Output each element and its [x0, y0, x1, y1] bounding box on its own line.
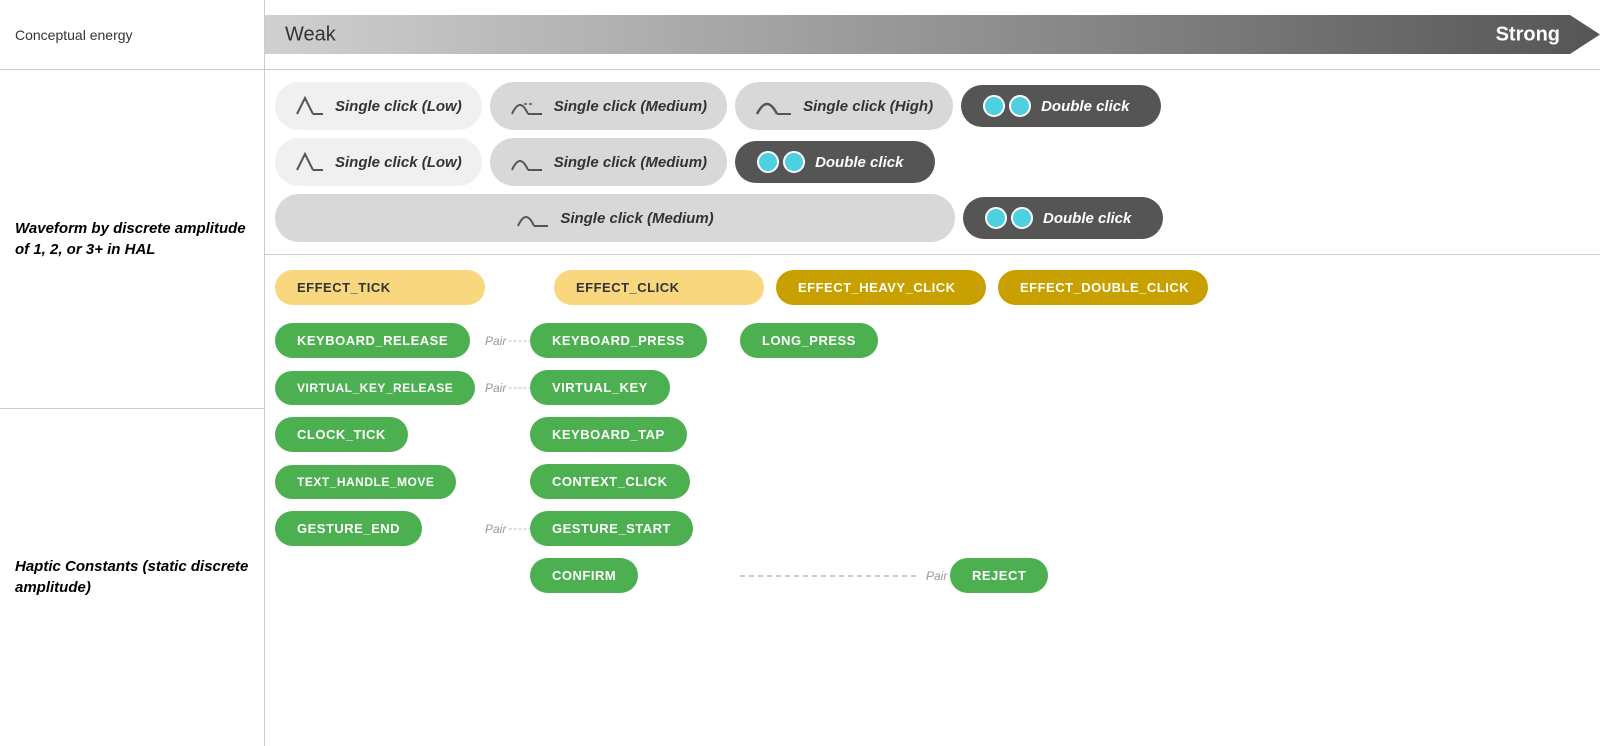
waveform-section: Single click (Low) Single click (Medium): [265, 70, 1600, 255]
right-content: Weak Strong Single click (Low): [265, 0, 1600, 746]
pair-label-virtual-key: Pair: [485, 381, 530, 395]
single-click-low-1[interactable]: Single click (Low): [275, 82, 482, 130]
double-click-icon-1: [983, 95, 1031, 117]
double-click-icon-2: [757, 151, 805, 173]
weak-label: Weak: [285, 23, 336, 46]
single-click-low-2[interactable]: Single click (Low): [275, 138, 482, 186]
single-click-medium-2[interactable]: Single click (Medium): [490, 138, 727, 186]
keyboard-release-btn[interactable]: KEYBOARD_RELEASE: [275, 323, 470, 358]
confirm-btn[interactable]: CONFIRM: [530, 558, 638, 593]
single-click-high-1[interactable]: Single click (High): [735, 82, 953, 130]
haptic-label-text: Haptic Constants (static discrete amplit…: [15, 556, 249, 598]
energy-row: Weak Strong: [265, 0, 1600, 70]
waveform-row-3: Single click (Medium) Double click: [275, 194, 1590, 242]
gesture-start-btn[interactable]: GESTURE_START: [530, 511, 693, 546]
keyboard-tap-btn[interactable]: KEYBOARD_TAP: [530, 417, 687, 452]
haptic-section: EFFECT_TICK EFFECT_CLICK EFFECT_HEAVY_CL…: [265, 255, 1600, 746]
energy-bar: [265, 15, 1600, 54]
haptic-effects-row: EFFECT_TICK EFFECT_CLICK EFFECT_HEAVY_CL…: [275, 270, 1590, 305]
waveform-label: Waveform by discrete amplitude of 1, 2, …: [0, 70, 264, 409]
virtual-key-release-btn[interactable]: VIRTUAL_KEY_RELEASE: [275, 371, 475, 405]
haptic-row-clock: CLOCK_TICK KEYBOARD_TAP: [275, 417, 1590, 452]
clock-tick-btn[interactable]: CLOCK_TICK: [275, 417, 408, 452]
effect-click-btn[interactable]: EFFECT_CLICK: [554, 270, 764, 305]
haptic-row-confirm: CONFIRM Pair REJECT: [275, 558, 1590, 593]
context-click-btn[interactable]: CONTEXT_CLICK: [530, 464, 690, 499]
pair-label-gesture: Pair: [485, 522, 530, 536]
virtual-key-btn[interactable]: VIRTUAL_KEY: [530, 370, 670, 405]
main-container: Conceptual energy Waveform by discrete a…: [0, 0, 1600, 746]
double-click-2[interactable]: Double click: [735, 141, 935, 183]
long-press-btn[interactable]: LONG_PRESS: [740, 323, 878, 358]
double-click-icon-3: [985, 207, 1033, 229]
effect-tick-btn[interactable]: EFFECT_TICK: [275, 270, 485, 305]
text-handle-move-btn[interactable]: TEXT_HANDLE_MOVE: [275, 465, 456, 499]
single-click-medium-3[interactable]: Single click (Medium): [275, 194, 955, 242]
keyboard-press-btn[interactable]: KEYBOARD_PRESS: [530, 323, 707, 358]
effect-heavy-click-btn[interactable]: EFFECT_HEAVY_CLICK: [776, 270, 986, 305]
confirm-reject-connector: Pair: [740, 569, 950, 583]
single-click-medium-1[interactable]: Single click (Medium): [490, 82, 727, 130]
conceptual-energy-text: Conceptual energy: [15, 27, 133, 43]
waveform-row-2: Single click (Low) Single click (Medium): [275, 138, 1590, 186]
pair-label-keyboard: Pair: [485, 334, 530, 348]
haptic-row-virtual-key: VIRTUAL_KEY_RELEASE Pair VIRTUAL_KEY: [275, 370, 1590, 405]
double-click-3[interactable]: Double click: [963, 197, 1163, 239]
left-labels: Conceptual energy Waveform by discrete a…: [0, 0, 265, 746]
waveform-row-1: Single click (Low) Single click (Medium): [275, 82, 1590, 130]
strong-label: Strong: [1496, 23, 1560, 46]
double-click-1[interactable]: CONFIRM Double click: [961, 85, 1161, 127]
conceptual-energy-label: Conceptual energy: [0, 0, 264, 70]
effect-double-click-btn[interactable]: EFFECT_DOUBLE_CLICK: [998, 270, 1208, 305]
haptic-row-gesture: GESTURE_END Pair GESTURE_START: [275, 511, 1590, 546]
haptic-row-keyboard: KEYBOARD_RELEASE Pair KEYBOARD_PRESS LON…: [275, 323, 1590, 358]
reject-btn[interactable]: REJECT: [950, 558, 1048, 593]
gesture-end-btn[interactable]: GESTURE_END: [275, 511, 422, 546]
haptic-label: Haptic Constants (static discrete amplit…: [0, 409, 264, 746]
haptic-row-text-handle: TEXT_HANDLE_MOVE CONTEXT_CLICK: [275, 464, 1590, 499]
waveform-label-text: Waveform by discrete amplitude of 1, 2, …: [15, 218, 249, 260]
